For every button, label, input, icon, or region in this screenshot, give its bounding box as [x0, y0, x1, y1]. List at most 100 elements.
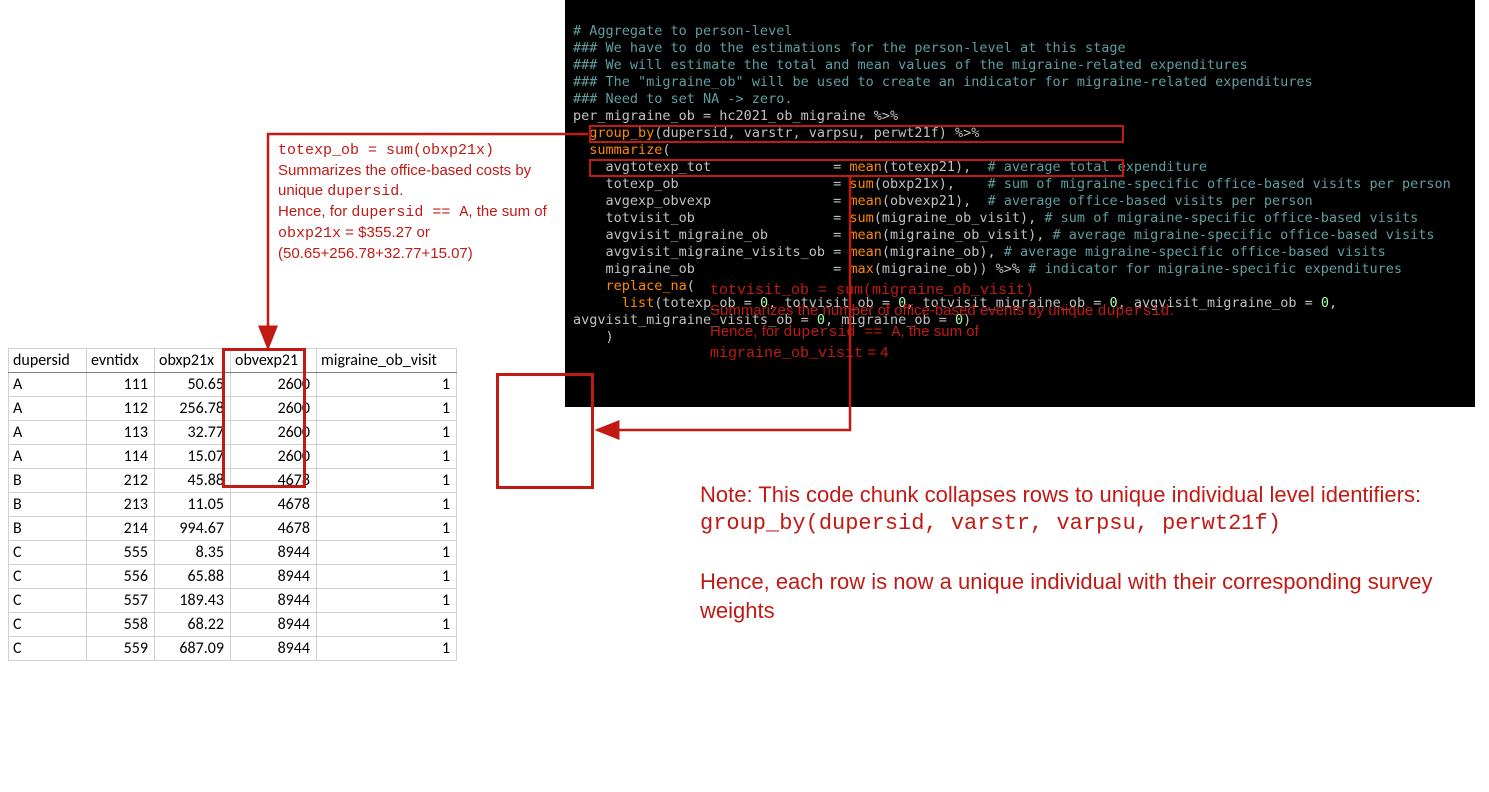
table-cell: 1: [317, 517, 457, 541]
table-row: B21311.0546781: [9, 493, 457, 517]
table-cell: 8944: [231, 589, 317, 613]
table-cell: B: [9, 517, 87, 541]
table-cell: 212: [87, 469, 155, 493]
table-row: A11415.0726001: [9, 445, 457, 469]
table-cell: 1: [317, 445, 457, 469]
table-cell: 189.43: [155, 589, 231, 613]
annotation-totvisit-result: = 4: [863, 344, 888, 361]
table-row: C559687.0989441: [9, 637, 457, 661]
table-row: C55868.2289441: [9, 613, 457, 637]
table-cell: 8.35: [155, 541, 231, 565]
table-cell: 15.07: [155, 445, 231, 469]
note-block: Note: This code chunk collapses rows to …: [700, 480, 1440, 625]
table-cell: 4678: [231, 517, 317, 541]
table-cell: 2600: [231, 445, 317, 469]
annotation-totvisit-text3: , the sum of: [900, 323, 978, 340]
annotation-totvisit-text2: Hence, for: [710, 323, 783, 340]
note-code: group_by(dupersid, varstr, varpsu, perwt…: [700, 509, 1440, 538]
table-row: B21245.8846781: [9, 469, 457, 493]
table-cell: 558: [87, 613, 155, 637]
table-cell: 4678: [231, 493, 317, 517]
annotation-totexp-text1: Summarizes the office-based costs by uni…: [278, 162, 531, 199]
col-obxp21x: obxp21x: [155, 349, 231, 373]
table-cell: 555: [87, 541, 155, 565]
table-cell: 8944: [231, 637, 317, 661]
annotation-totexp-text2: Hence, for: [278, 203, 351, 220]
annotation-totexp-text3: , the sum of: [468, 203, 546, 220]
table-row: C55665.8889441: [9, 565, 457, 589]
table-cell: 114: [87, 445, 155, 469]
table-cell: 559: [87, 637, 155, 661]
table-cell: 1: [317, 541, 457, 565]
table-cell: 556: [87, 565, 155, 589]
table-cell: 2600: [231, 373, 317, 397]
table-cell: 1: [317, 397, 457, 421]
annotation-totexp-var: obxp21x: [278, 225, 341, 242]
table-cell: 8944: [231, 541, 317, 565]
annotation-totvisit-cond: dupersid == A: [783, 324, 900, 341]
table-cell: 8944: [231, 613, 317, 637]
table-cell: 1: [317, 469, 457, 493]
data-table: dupersid evntidx obxp21x obvexp21 migrai…: [8, 348, 457, 661]
table-cell: 256.78: [155, 397, 231, 421]
col-evntidx: evntidx: [87, 349, 155, 373]
table-cell: 111: [87, 373, 155, 397]
table-cell: C: [9, 613, 87, 637]
table-cell: 214: [87, 517, 155, 541]
table-cell: A: [9, 445, 87, 469]
table-row: A11332.7726001: [9, 421, 457, 445]
table-cell: 1: [317, 421, 457, 445]
table-cell: C: [9, 589, 87, 613]
table-cell: 2600: [231, 397, 317, 421]
table-cell: B: [9, 493, 87, 517]
table-cell: 45.88: [155, 469, 231, 493]
table-row: C557189.4389441: [9, 589, 457, 613]
annotation-totvisit: totvisit_ob = sum(migraine_ob_visit) Sum…: [710, 280, 1210, 364]
annotation-totexp: totexp_ob = sum(obxp21x) Summarizes the …: [278, 140, 568, 264]
table-cell: 213: [87, 493, 155, 517]
table-header-row: dupersid evntidx obxp21x obvexp21 migrai…: [9, 349, 457, 373]
table-cell: 1: [317, 493, 457, 517]
code-highlight-totvisit: [589, 159, 1124, 177]
table-cell: 1: [317, 373, 457, 397]
table-cell: 8944: [231, 565, 317, 589]
code-highlight-totexp: [589, 125, 1124, 143]
annotation-totexp-dupersid: dupersid: [327, 183, 399, 200]
table-cell: 994.67: [155, 517, 231, 541]
table-cell: 1: [317, 637, 457, 661]
table-cell: 1: [317, 589, 457, 613]
table-cell: A: [9, 373, 87, 397]
table-row: B214994.6746781: [9, 517, 457, 541]
table-cell: B: [9, 469, 87, 493]
table-cell: 1: [317, 565, 457, 589]
table-cell: 1: [317, 613, 457, 637]
annotation-totvisit-text1: Summarizes the number of office-based ev…: [710, 302, 1097, 319]
table-cell: C: [9, 541, 87, 565]
annotation-totvisit-dupersid: dupersid: [1097, 303, 1169, 320]
table-cell: A: [9, 397, 87, 421]
table-cell: 557: [87, 589, 155, 613]
note-line3: Hence, each row is now a unique individu…: [700, 567, 1440, 625]
table-cell: 50.65: [155, 373, 231, 397]
table-row: C5558.3589441: [9, 541, 457, 565]
table-cell: A: [9, 421, 87, 445]
col-migraine-ob-visit: migraine_ob_visit: [317, 349, 457, 373]
table-cell: 112: [87, 397, 155, 421]
annotation-totvisit-var: migraine_ob_visit: [710, 345, 863, 362]
table-cell: 11.05: [155, 493, 231, 517]
table-cell: 68.22: [155, 613, 231, 637]
annotation-totexp-code: totexp_ob = sum(obxp21x): [278, 142, 494, 159]
table-cell: 2600: [231, 421, 317, 445]
table-cell: 113: [87, 421, 155, 445]
table-cell: 4678: [231, 469, 317, 493]
table-cell: 65.88: [155, 565, 231, 589]
table-row: A11150.6526001: [9, 373, 457, 397]
table-cell: 32.77: [155, 421, 231, 445]
table-cell: C: [9, 637, 87, 661]
col-dupersid: dupersid: [9, 349, 87, 373]
note-line1: Note: This code chunk collapses rows to …: [700, 480, 1440, 509]
annotation-totvisit-code: totvisit_ob = sum(migraine_ob_visit): [710, 282, 1034, 299]
table-cell: C: [9, 565, 87, 589]
col-obvexp21: obvexp21: [231, 349, 317, 373]
table-cell: 687.09: [155, 637, 231, 661]
